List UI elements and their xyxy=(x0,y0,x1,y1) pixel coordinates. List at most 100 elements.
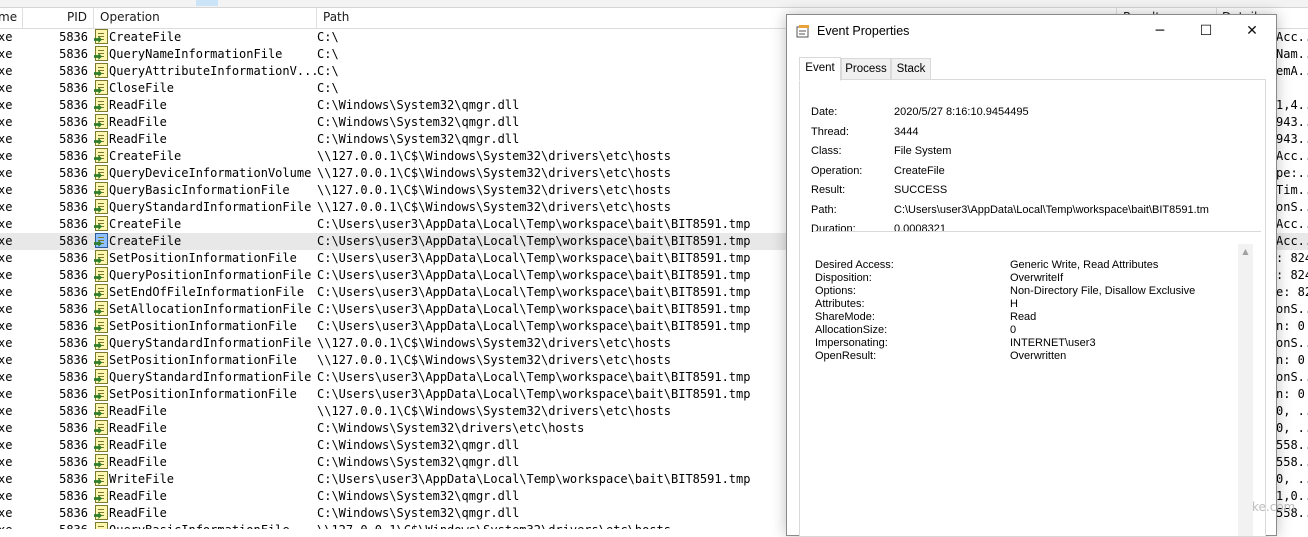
tab-event[interactable]: Event xyxy=(799,57,841,81)
row-pid: 5836 xyxy=(59,268,88,282)
row-operation: QueryDeviceInformationVolume xyxy=(109,166,312,180)
row-process-name: xe xyxy=(0,472,13,486)
row-path: C:\Users\user3\AppData\Local\Temp\worksp… xyxy=(317,285,751,299)
row-operation: SetPositionInformationFile xyxy=(109,387,297,401)
detail-label: Impersonating: xyxy=(815,337,888,349)
row-pid: 5836 xyxy=(59,64,88,78)
tab-process[interactable]: Process xyxy=(841,58,891,80)
row-process-name: xe xyxy=(0,353,13,367)
tab-stack[interactable]: Stack xyxy=(891,58,931,80)
row-pid: 5836 xyxy=(59,489,88,503)
row-path: C:\ xyxy=(317,64,339,78)
field-value: 2020/5/27 8:16:10.9454495 xyxy=(894,106,1029,118)
row-process-name: xe xyxy=(0,251,13,265)
field-label: Thread: xyxy=(811,125,849,138)
dialog-titlebar[interactable]: Event Properties ─ ☐ ✕ xyxy=(787,15,1276,47)
event-panel: Date: 2020/5/27 8:16:10.9454495 Thread: 344… xyxy=(799,79,1266,537)
row-path: C:\Users\user3\AppData\Local\Temp\worksp… xyxy=(317,319,751,333)
row-process-name: xe xyxy=(0,183,13,197)
row-path: \\127.0.0.1\C$\Windows\System32\drivers\… xyxy=(317,166,672,180)
row-path: \\127.0.0.1\C$\Windows\System32\drivers\… xyxy=(317,336,672,350)
file-operation-icon xyxy=(94,352,108,367)
field-value: 3444 xyxy=(894,125,919,138)
row-pid: 5836 xyxy=(59,200,88,214)
file-operation-icon xyxy=(94,250,108,265)
row-pid: 5836 xyxy=(59,353,88,367)
row-path: C:\Users\user3\AppData\Local\Temp\worksp… xyxy=(317,234,751,248)
minimize-button[interactable]: ─ xyxy=(1137,15,1183,47)
scroll-up-icon[interactable]: ▲ xyxy=(1238,244,1253,259)
row-process-name: xe xyxy=(0,336,13,350)
row-result: : 824 xyxy=(1276,251,1308,265)
detail-label: Desired Access: xyxy=(815,259,894,271)
row-result: 558... xyxy=(1276,438,1308,452)
file-operation-icon xyxy=(94,369,108,384)
row-process-name: xe xyxy=(0,234,13,248)
row-path: C:\Windows\System32\qmgr.dll xyxy=(317,115,520,129)
field-value: C:\Users\user3\AppData\Local\Temp\worksp… xyxy=(894,203,1209,216)
row-pid: 5836 xyxy=(59,455,88,469)
detail-label: Disposition: xyxy=(815,272,872,284)
row-result: 0, ... xyxy=(1276,404,1308,418)
detail-value: Overwritten xyxy=(1010,350,1067,362)
row-operation: ReadFile xyxy=(109,455,167,469)
row-process-name: xe xyxy=(0,115,13,129)
row-result: : 824 xyxy=(1276,268,1308,282)
row-operation: ReadFile xyxy=(109,421,167,435)
row-pid: 5836 xyxy=(59,234,88,248)
row-operation: SetAllocationInformationFile xyxy=(109,302,312,316)
row-path: C:\Windows\System32\qmgr.dll xyxy=(317,98,520,112)
row-operation: QueryBasicInformationFile xyxy=(109,183,290,197)
maximize-button[interactable]: ☐ xyxy=(1183,15,1229,47)
row-operation: SetPositionInformationFile xyxy=(109,251,297,265)
row-result: Nam... xyxy=(1276,47,1308,61)
row-pid: 5836 xyxy=(59,302,88,316)
row-path: C:\Users\user3\AppData\Local\Temp\worksp… xyxy=(317,387,751,401)
close-button[interactable]: ✕ xyxy=(1229,15,1275,47)
file-operation-icon xyxy=(94,46,108,61)
toolbar-strip xyxy=(0,0,1308,8)
detail-value: 0 xyxy=(1010,324,1017,336)
header-operation[interactable]: Operation xyxy=(100,10,160,24)
row-result: Acc... xyxy=(1276,30,1308,44)
header-separator xyxy=(316,8,317,28)
row-operation: SetEndOfFileInformationFile xyxy=(109,285,305,299)
row-path: C:\Users\user3\AppData\Local\Temp\worksp… xyxy=(317,370,751,384)
row-process-name: xe xyxy=(0,30,13,44)
row-process-name: xe xyxy=(0,404,13,418)
field-value: SUCCESS xyxy=(894,184,948,196)
row-pid: 5836 xyxy=(59,387,88,401)
details-scrollbar[interactable]: ▲ xyxy=(1238,244,1253,536)
detail-value: Read xyxy=(1010,311,1037,323)
detail-value: H xyxy=(1010,298,1018,310)
row-operation: CreateFile xyxy=(109,217,182,231)
row-path: \\127.0.0.1\C$\Windows\System32\drivers\… xyxy=(317,353,672,367)
row-process-name: xe xyxy=(0,217,13,231)
field-label: Duration: xyxy=(811,223,856,235)
file-operation-icon xyxy=(94,505,108,520)
row-process-name: xe xyxy=(0,370,13,384)
file-operation-icon xyxy=(94,471,108,486)
row-path: C:\ xyxy=(317,47,339,61)
row-pid: 5836 xyxy=(59,217,88,231)
row-operation: ReadFile xyxy=(109,404,167,418)
field-value: 0.0008321 xyxy=(894,223,946,235)
row-process-name: xe xyxy=(0,285,13,299)
header-process-name[interactable]: me xyxy=(0,10,17,24)
row-process-name: xe xyxy=(0,523,12,529)
file-operation-icon xyxy=(94,29,108,44)
row-operation: SetPositionInformationFile xyxy=(109,319,297,333)
row-process-name: xe xyxy=(0,387,13,401)
row-operation: ReadFile xyxy=(109,438,167,452)
row-result: onS... xyxy=(1276,336,1308,350)
row-result: Acc... xyxy=(1276,217,1308,231)
row-pid: 5836 xyxy=(59,285,88,299)
row-result: 558... xyxy=(1276,455,1308,469)
row-process-name: xe xyxy=(0,81,13,95)
header-pid[interactable]: PID xyxy=(67,10,87,24)
row-operation: ReadFile xyxy=(109,115,167,129)
row-process-name: xe xyxy=(0,506,13,520)
file-operation-icon xyxy=(94,131,108,146)
row-process-name: xe xyxy=(0,302,13,316)
header-path[interactable]: Path xyxy=(323,10,349,24)
